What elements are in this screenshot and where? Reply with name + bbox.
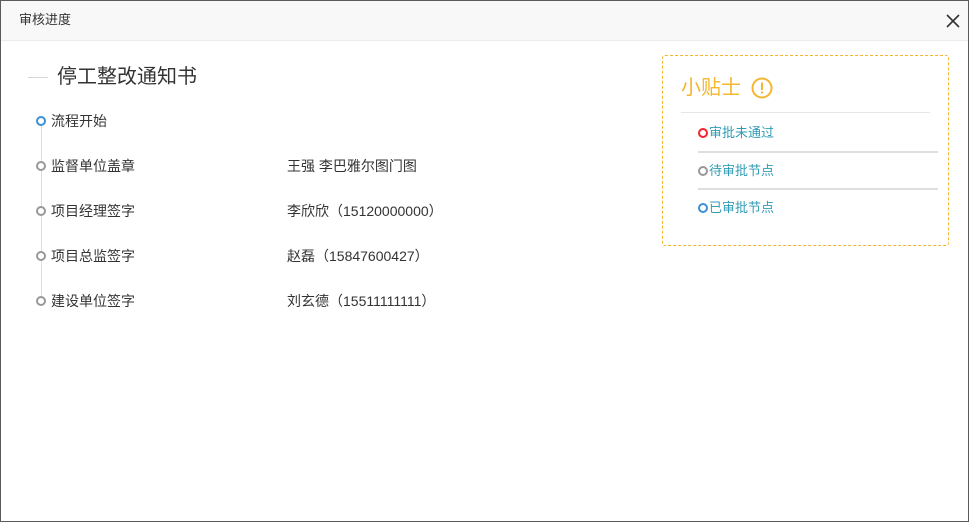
audit-progress-dialog: 审核进度 停工整改通知书 流程开始 监督单位盖章 王强 李巴雅尔图门图 项目经理… [0,0,969,522]
tips-title: 小贴士 [681,77,741,99]
step-signer: 李欣欣（15120000000） [287,203,443,219]
close-button[interactable] [944,12,962,30]
step-status-dot [36,296,46,306]
timeline-step: 项目总监签字 赵磊（15847600427） [1,246,621,266]
step-label: 监督单位盖章 [51,158,135,174]
document-title: 停工整改通知书 [57,66,197,88]
step-status-dot [36,251,46,261]
step-status-dot [36,206,46,216]
step-label: 项目总监签字 [51,248,135,264]
step-status-dot [36,116,46,126]
status-ring-icon [698,203,708,213]
step-label: 流程开始 [51,113,107,129]
step-signer: 王强 李巴雅尔图门图 [287,158,417,174]
dialog-title: 审核进度 [19,12,72,27]
legend-divider [698,188,938,190]
timeline-step: 监督单位盖章 王强 李巴雅尔图门图 [1,156,621,176]
step-signer: 赵磊（15847600427） [287,248,429,264]
timeline-step: 项目经理签字 李欣欣（15120000000） [1,201,621,221]
heading-rule [28,77,48,78]
timeline-step: 建设单位签字 刘玄德（15511111111） [1,291,621,311]
legend-divider [698,151,938,153]
legend-label: 待审批节点 [709,163,775,178]
step-status-dot [36,161,46,171]
legend-label: 已审批节点 [709,200,775,215]
legend-label: 审批未通过 [709,125,775,140]
tips-divider [681,112,930,113]
tips-panel: 小贴士 审批未通过 待审批节点 已审批节点 [662,55,949,246]
status-ring-icon [698,128,708,138]
legend-item-pending: 待审批节点 [663,161,943,181]
dialog-titlebar: 审核进度 [1,1,968,41]
step-label: 建设单位签字 [51,293,135,309]
legend-item-rejected: 审批未通过 [663,123,943,143]
timeline-step: 流程开始 [1,111,621,131]
legend-item-approved: 已审批节点 [663,198,943,218]
step-signer: 刘玄德（15511111111） [287,293,436,309]
exclamation-circle-icon [751,77,773,99]
close-icon [946,14,960,28]
step-label: 项目经理签字 [51,203,135,219]
status-ring-icon [698,166,708,176]
